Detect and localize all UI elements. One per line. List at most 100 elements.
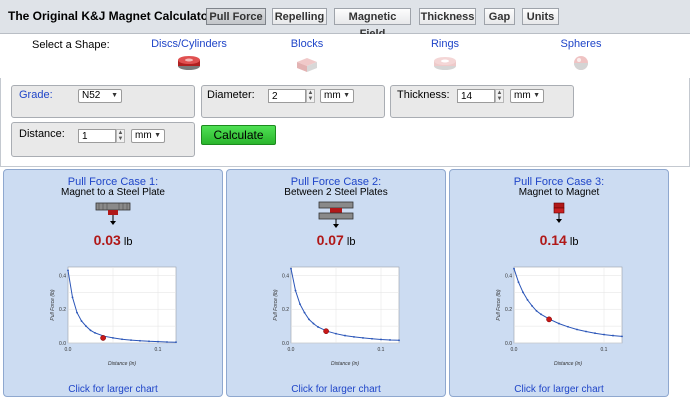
data-point [303, 311, 306, 314]
y-tick-label: 0.4 [59, 273, 66, 279]
calculate-button[interactable]: Calculate [201, 125, 276, 145]
grade-label[interactable]: Grade: [19, 89, 53, 101]
x-tick-label: 0.1 [601, 347, 608, 353]
data-point [71, 296, 74, 299]
shape-prompt: Select a Shape: [32, 39, 110, 51]
x-tick-label: 0.0 [511, 347, 518, 353]
thickness-unit-select[interactable]: mm ▼ [510, 89, 544, 103]
x-axis-label: Distance (in) [331, 361, 359, 367]
larger-chart-link[interactable]: Click for larger chart [450, 384, 668, 395]
diameter-field[interactable]: 2 [268, 89, 306, 103]
pull-force-case-1: Pull Force Case 1: Magnet to a Steel Pla… [3, 169, 223, 397]
magnet-between-plates-icon [318, 201, 354, 228]
tab-units[interactable]: Units [522, 8, 559, 25]
tab-magnetic-field[interactable]: Magnetic Field [334, 8, 411, 40]
block-magnet-icon [297, 58, 317, 72]
data-point [121, 338, 123, 341]
magnet-to-plate-icon [95, 202, 131, 225]
chevron-down-icon: ▼ [111, 92, 118, 99]
distance-unit-select[interactable]: mm ▼ [131, 129, 165, 143]
data-point [535, 310, 538, 312]
data-point [371, 337, 373, 340]
current-distance-marker [323, 328, 329, 335]
larger-chart-link[interactable]: Click for larger chart [4, 384, 222, 395]
y-tick-label: 0.2 [505, 307, 512, 313]
diameter-unit-value: mm [324, 90, 341, 101]
data-point [312, 322, 315, 325]
force-value: 0.14 [539, 232, 567, 248]
case-subtitle: Between 2 Steel Plates [284, 187, 388, 198]
thickness-field[interactable]: 14 [457, 89, 495, 103]
distance-field[interactable]: 1 [78, 129, 116, 143]
diameter-unit-select[interactable]: mm ▼ [320, 89, 354, 103]
distance-stepper[interactable]: ▲ ▼ [116, 129, 125, 143]
data-point [175, 341, 177, 344]
x-tick-label: 0.1 [378, 347, 385, 353]
data-point [148, 340, 150, 343]
distance-unit-value: mm [135, 130, 152, 141]
pull-force-case-3: Pull Force Case 3: Magnet to Magnet 0.14… [449, 169, 669, 397]
data-point [567, 325, 569, 328]
case-subtitle: Magnet to a Steel Plate [61, 187, 165, 198]
sphere-magnet-icon [574, 56, 588, 70]
shape-spheres[interactable]: Spheres [521, 38, 641, 75]
larger-chart-link[interactable]: Click for larger chart [227, 384, 445, 395]
pull-force-chart[interactable]: 0.00.20.40.0 0.1Distance (in)Pull Force (… [488, 255, 658, 375]
force-value: 0.07 [316, 232, 344, 248]
shape-discs-cylinders[interactable]: Discs/Cylinders [129, 38, 249, 75]
shape-label: Blocks [290, 38, 324, 50]
data-point [290, 267, 292, 270]
data-point [594, 332, 596, 335]
data-point [157, 340, 159, 343]
data-point [526, 299, 529, 301]
shape-label: Rings [430, 38, 460, 50]
disc-magnet-icon [178, 56, 200, 70]
chevron-down-icon: ▼ [533, 92, 540, 99]
tab-thickness[interactable]: Thickness [419, 8, 476, 25]
diameter-stepper[interactable]: ▲ ▼ [306, 89, 315, 103]
force-unit: lb [346, 236, 356, 248]
pull-force-chart[interactable]: 0.00.20.40.0 0.1Distance (in)Pull Force (… [265, 255, 435, 375]
tab-pull-force[interactable]: Pull Force [206, 8, 266, 25]
thickness-stepper[interactable]: ▲ ▼ [495, 89, 504, 103]
ring-magnet-icon [434, 57, 456, 70]
data-point [344, 334, 346, 337]
chevron-down-icon: ▼ [343, 92, 350, 99]
y-tick-label: 0.4 [505, 273, 512, 279]
thickness-label: Thickness: [397, 89, 450, 101]
tab-repelling[interactable]: Repelling [272, 8, 327, 25]
magnet-to-magnet-icon [553, 202, 565, 223]
force-unit: lb [123, 236, 133, 248]
data-point [80, 320, 83, 322]
data-point [130, 339, 132, 342]
x-axis-label: Distance (in) [108, 361, 136, 367]
data-point [558, 322, 560, 325]
shape-rings[interactable]: Rings [385, 38, 505, 75]
grade-select[interactable]: N52 ▼ [78, 89, 122, 103]
data-point [299, 303, 301, 306]
data-point [362, 337, 364, 339]
grade-value: N52 [82, 90, 101, 101]
shape-label: Spheres [560, 38, 602, 50]
app-header: The Original K&J Magnet Calculator Pull … [0, 0, 690, 40]
thickness-unit-value: mm [514, 90, 531, 101]
force-value: 0.03 [93, 232, 121, 248]
data-point [353, 336, 355, 338]
x-tick-label: 0.0 [65, 347, 72, 353]
data-point [585, 330, 587, 333]
data-point [294, 289, 297, 292]
pull-force-chart[interactable]: 0.00.20.40.0 0.1Distance (in)Pull Force (… [42, 255, 212, 375]
pull-force-case-2: Pull Force Case 2: Between 2 Steel Plate… [226, 169, 446, 397]
y-axis-label: Pull Force (lb) [273, 289, 279, 320]
data-point [67, 269, 69, 272]
shape-blocks[interactable]: Blocks [247, 38, 367, 75]
tab-gap[interactable]: Gap [484, 8, 515, 25]
data-point [540, 313, 542, 316]
current-distance-marker [100, 335, 106, 341]
x-tick-label: 0.0 [288, 347, 295, 353]
data-point [531, 304, 533, 307]
data-point [85, 325, 87, 328]
data-point [621, 335, 623, 338]
data-point [517, 281, 520, 284]
data-point [317, 326, 319, 328]
